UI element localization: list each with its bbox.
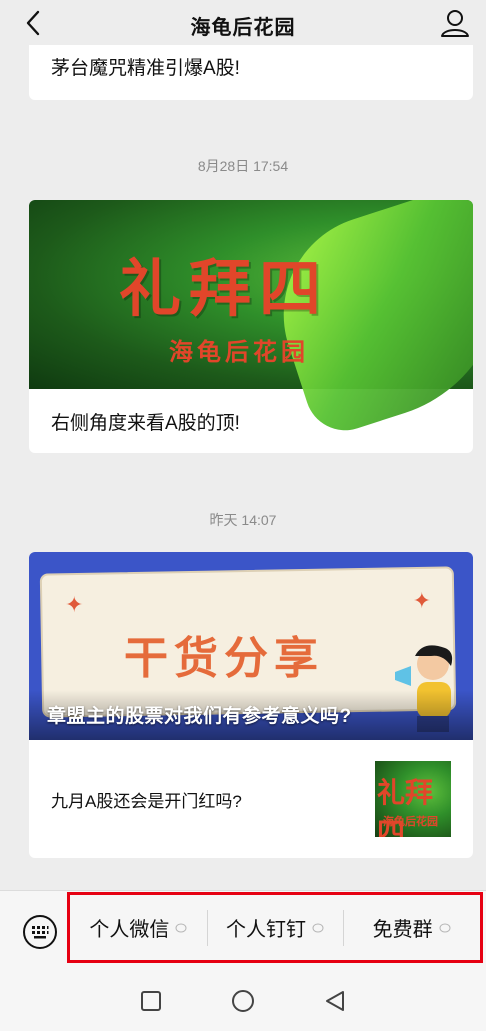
timestamp: 8月28日 17:54 — [197, 158, 289, 174]
timestamp: 昨天 14:07 — [209, 512, 277, 528]
menu-item-label: 个人微信 — [89, 919, 170, 941]
menu-item-personal-dingtalk[interactable]: 个人钉钉 — [206, 904, 344, 952]
article-card[interactable]: 茅台魔咒精准引爆A股! — [29, 45, 473, 100]
list-item[interactable]: 九月A股还会是开门红吗? 礼拜四 海龟后花园 — [29, 740, 473, 858]
triangle-back-icon[interactable] — [323, 989, 347, 1013]
article-title: 茅台魔咒精准引爆A股! — [51, 58, 240, 79]
sparkle-icon: ✦ — [412, 588, 431, 613]
person-icon[interactable] — [438, 6, 472, 40]
banner-text: 礼拜四 — [119, 252, 330, 325]
speech-bubble-icon — [312, 923, 324, 932]
menu-item-label: 个人钉钉 — [226, 919, 306, 941]
article-banner[interactable]: ✦ ✦ 干货分享 章盟主的股票对我们有参考意义吗? — [29, 552, 473, 740]
article-title: 九月A股还会是开门红吗? — [51, 791, 242, 811]
system-nav-bar — [0, 970, 486, 1031]
sparkle-icon: ✦ — [65, 592, 84, 617]
square-icon[interactable] — [139, 989, 163, 1013]
article-thumbnail: 礼拜四 海龟后花园 — [375, 761, 451, 837]
menu-item-label: 免费群 — [372, 919, 433, 941]
thumbnail-subtext: 海龟后花园 — [383, 815, 438, 828]
top-bar: 海龟后花园 — [0, 0, 486, 50]
chevron-left-icon[interactable] — [18, 8, 48, 38]
bottom-menu: 个人微信 个人钉钉 免费群 — [70, 895, 480, 960]
banner-subtext: 海龟后花园 — [169, 337, 309, 366]
speech-bubble-icon — [439, 923, 451, 932]
page-title: 海龟后花园 — [190, 16, 296, 39]
circle-icon[interactable] — [231, 989, 255, 1013]
speech-bubble-icon — [175, 923, 187, 932]
keyboard-icon[interactable] — [22, 914, 58, 950]
banner-headline: 干货分享 — [124, 633, 324, 684]
article-banner: 礼拜四 海龟后花园 — [29, 200, 473, 441]
article-card[interactable]: 礼拜四 海龟后花园 右侧角度来看A股的顶! — [29, 200, 473, 453]
menu-item-personal-wechat[interactable]: 个人微信 — [70, 904, 207, 952]
menu-item-free-group[interactable]: 免费群 — [343, 904, 480, 952]
article-card[interactable]: ✦ ✦ 干货分享 章盟主的股票对我们有参考意义吗? 九月A股还会是开门红吗? 礼… — [29, 552, 473, 858]
article-title: 章盟主的股票对我们有参考意义吗? — [47, 706, 352, 727]
